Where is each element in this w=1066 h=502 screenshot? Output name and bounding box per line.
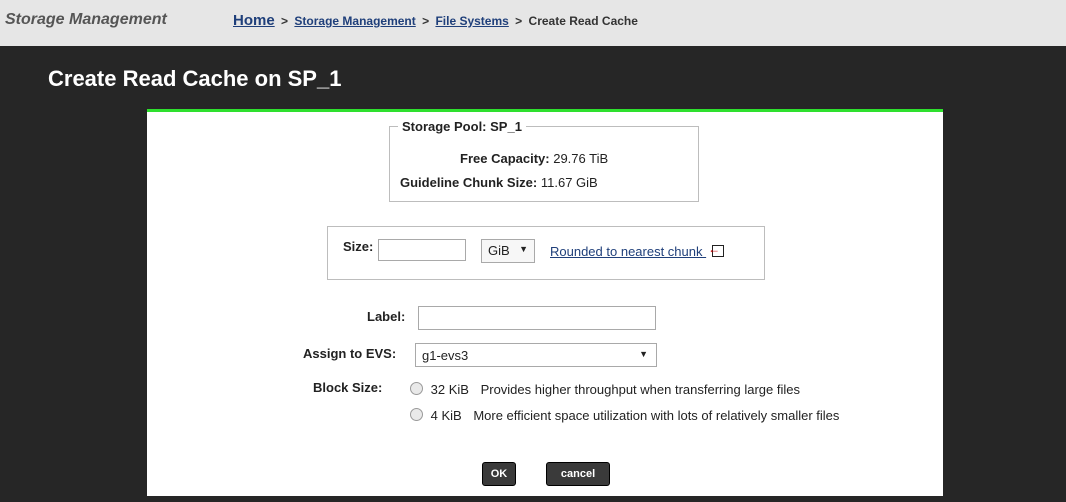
label-field-label: Label: [367, 309, 406, 324]
block-size-option-size: 4 KiB [430, 408, 462, 423]
cancel-button[interactable]: cancel [546, 462, 610, 486]
chevron-down-icon: ▼ [639, 349, 648, 359]
label-input[interactable] [418, 306, 656, 330]
breadcrumb-current: Create Read Cache [528, 14, 638, 28]
size-unit-value: GiB [488, 243, 510, 258]
app-title: Storage Management [5, 11, 167, 28]
breadcrumb-separator: > [422, 14, 430, 28]
size-input[interactable] [378, 239, 466, 261]
rounded-link-label: Rounded to nearest chunk [550, 244, 703, 259]
breadcrumb-separator: > [515, 14, 523, 28]
block-size-option-size: 32 KiB [430, 382, 469, 397]
top-bar: Storage Management Home > Storage Manage… [0, 0, 1066, 46]
block-size-option-description: More efficient space utilization with lo… [473, 408, 840, 423]
radio-button[interactable] [410, 408, 423, 421]
page-title: Create Read Cache on SP_1 [48, 66, 342, 91]
breadcrumb-home-link[interactable]: Home [233, 12, 275, 29]
chunk-size-label: Guideline Chunk Size: [400, 175, 538, 190]
assign-to-evs-select[interactable]: g1-evs3 ▼ [415, 343, 657, 367]
storage-pool-legend: Storage Pool: SP_1 [398, 119, 526, 134]
ok-button[interactable]: OK [482, 462, 516, 486]
block-size-option-description: Provides higher throughput when transfer… [480, 382, 800, 397]
size-box: Size: GiB ▼ Rounded to nearest chunk ← [327, 226, 765, 280]
size-unit-select[interactable]: GiB ▼ [481, 239, 535, 263]
breadcrumb: Home > Storage Management > File Systems… [233, 12, 638, 29]
chunk-size-value: 11.67 GiB [540, 175, 598, 190]
rounded-to-nearest-chunk-link[interactable]: Rounded to nearest chunk ← [550, 242, 725, 259]
breadcrumb-file-systems-link[interactable]: File Systems [435, 14, 508, 28]
chunk-size-row: Guideline Chunk Size: 11.67 GiB [400, 175, 598, 190]
free-capacity-label: Free Capacity: [460, 151, 550, 166]
radio-button[interactable] [410, 382, 423, 395]
chevron-down-icon: ▼ [519, 244, 528, 254]
form-panel: Storage Pool: SP_1 Free Capacity: 29.76 … [147, 109, 943, 496]
block-size-label: Block Size: [313, 380, 383, 395]
breadcrumb-storage-management-link[interactable]: Storage Management [294, 14, 415, 28]
block-size-option-4kib[interactable]: 4 KiB More efficient space utilization w… [410, 408, 839, 423]
free-capacity-value: 29.76 TiB [553, 151, 609, 166]
evs-selected-value: g1-evs3 [422, 348, 469, 363]
external-link-icon: ← [708, 242, 725, 257]
breadcrumb-separator: > [281, 14, 289, 28]
block-size-option-32kib[interactable]: 32 KiB Provides higher throughput when t… [410, 382, 800, 397]
storage-pool-box: Storage Pool: SP_1 Free Capacity: 29.76 … [389, 119, 699, 202]
evs-label: Assign to EVS: [303, 346, 397, 361]
free-capacity-row: Free Capacity: 29.76 TiB [460, 151, 608, 166]
size-label: Size: [343, 239, 374, 254]
